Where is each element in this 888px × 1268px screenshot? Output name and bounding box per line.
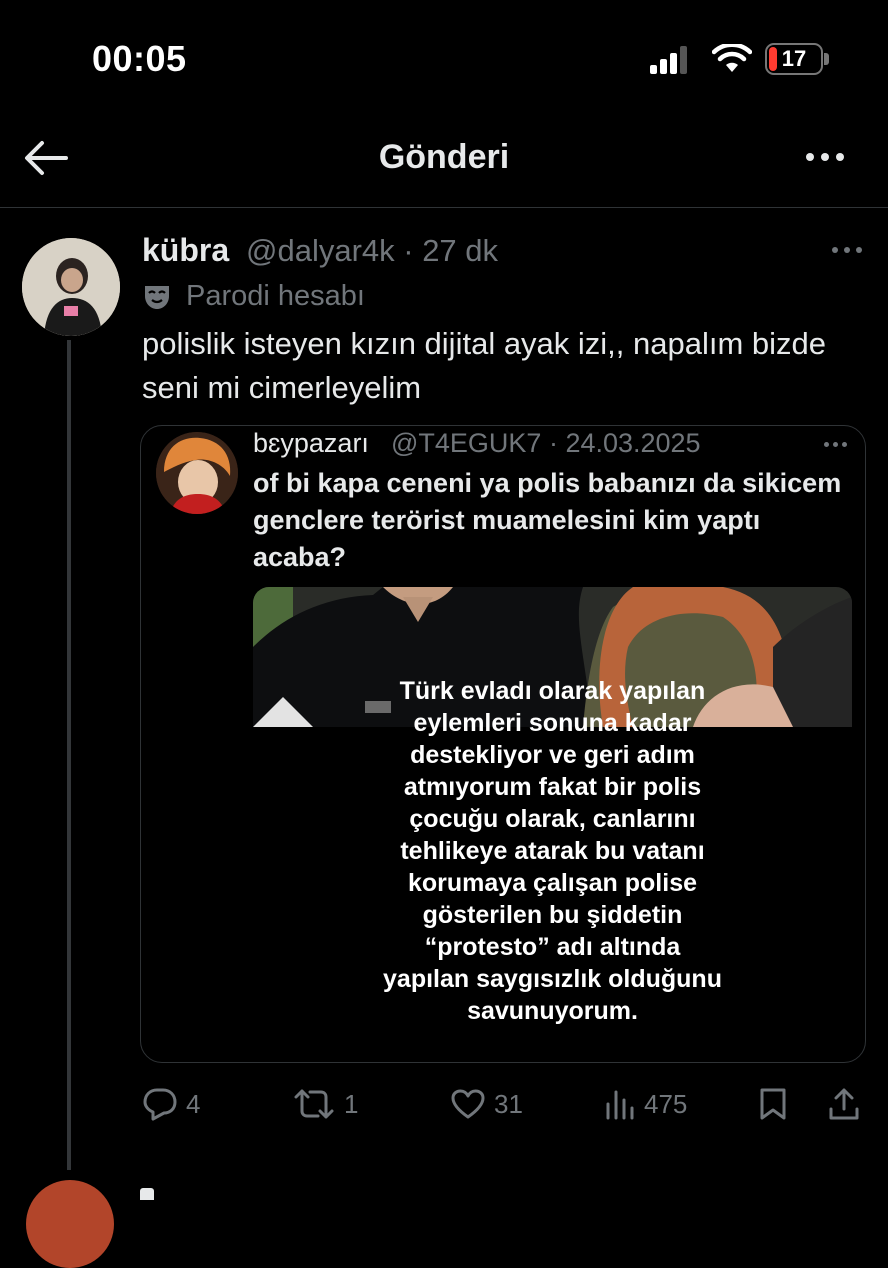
author-name[interactable]: kübra <box>142 232 229 269</box>
caption-line: “protesto” adı altında <box>424 933 681 961</box>
thread-line <box>67 340 71 1170</box>
tweet-text: polislik isteyen kızın dijital ayak izi,… <box>142 326 827 405</box>
parody-mask-icon <box>145 286 169 309</box>
like-count: 31 <box>494 1088 523 1119</box>
wifi-icon <box>712 44 752 72</box>
share-button[interactable] <box>828 1086 860 1122</box>
reply-button[interactable]: 4 <box>142 1086 200 1122</box>
quoted-author-name[interactable]: bɛypazarı <box>253 428 369 459</box>
bookmark-icon <box>760 1088 786 1120</box>
battery-cap <box>824 53 829 65</box>
more-icon[interactable] <box>830 240 864 260</box>
page-title: Gönderi <box>378 138 510 176</box>
caption-line: Türk evladı olarak yapılan <box>399 677 706 705</box>
caption-line: korumaya çalışan polise <box>407 869 698 897</box>
caption-line: yapılan saygısızlık olduğunu <box>383 965 722 993</box>
status-time: 00:05 <box>92 38 187 79</box>
more-icon[interactable] <box>800 140 850 174</box>
caption-line: eylemleri sonuna kadar <box>413 709 692 737</box>
battery-level: 17 <box>781 46 807 71</box>
repost-count: 1 <box>344 1088 359 1119</box>
like-icon <box>451 1089 485 1119</box>
avatar[interactable] <box>26 1180 114 1268</box>
parody-badge: Parodi hesabı <box>186 280 365 312</box>
repost-icon <box>294 1089 334 1119</box>
header-divider <box>0 207 888 208</box>
caption-line: atmıyorum fakat bir polis <box>403 773 702 801</box>
quoted-tweet-text: of bi kapa ceneni ya polis babanızı da s… <box>253 468 842 572</box>
bookmark-button[interactable] <box>758 1086 788 1122</box>
like-button[interactable]: 31 <box>450 1086 523 1122</box>
reply-count: 4 <box>186 1088 201 1119</box>
views-count: 475 <box>644 1088 688 1119</box>
quoted-author-handle[interactable]: @T4EGUK7 · 24.03.2025 <box>391 428 701 459</box>
views-icon <box>606 1090 634 1120</box>
author-name[interactable] <box>140 1188 154 1200</box>
caption-line: savunuyorum. <box>467 997 638 1025</box>
caption-line: gösterilen bu şiddetin <box>422 901 683 929</box>
battery-icon: 17 <box>765 43 823 75</box>
caption-line: çocuğu olarak, canlarını <box>409 805 696 833</box>
author-handle[interactable]: @dalyar4k · 27 dk <box>246 233 498 269</box>
repost-button[interactable]: 1 <box>292 1086 358 1122</box>
more-icon[interactable] <box>822 437 850 453</box>
caption-line: destekliyor ve geri adım <box>410 741 695 769</box>
views-button[interactable]: 475 <box>604 1086 687 1122</box>
reply-icon <box>143 1088 177 1121</box>
signal-icon <box>650 46 688 74</box>
media-caption: Türk evladı olarak yapılan eylemleri son… <box>253 675 852 1027</box>
avatar[interactable] <box>156 432 238 514</box>
avatar[interactable] <box>22 238 120 336</box>
share-icon <box>829 1088 859 1120</box>
caption-line: tehlikeye atarak bu vatanı <box>400 837 705 865</box>
